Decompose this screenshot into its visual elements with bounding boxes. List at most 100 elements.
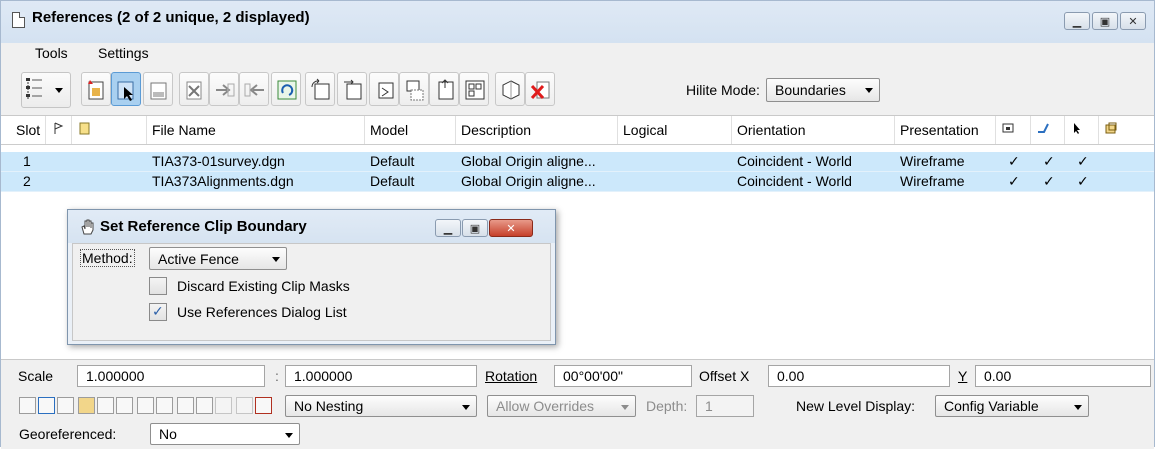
- document-icon: [12, 12, 25, 28]
- detach-reference-icon[interactable]: [525, 72, 555, 106]
- col-locate[interactable]: [1065, 116, 1099, 144]
- display-check[interactable]: ✓: [1008, 153, 1020, 170]
- select-reference-icon[interactable]: [111, 72, 141, 106]
- table-row[interactable]: 2 TIA373Alignments.dgn Default Global Or…: [1, 172, 1154, 192]
- minimize-button[interactable]: ▁: [1064, 12, 1090, 30]
- col-treat-as-element[interactable]: [1099, 116, 1154, 144]
- snap-check[interactable]: ✓: [1043, 153, 1055, 170]
- col-display[interactable]: [72, 116, 147, 144]
- discard-clip-masks-checkbox[interactable]: [149, 277, 167, 295]
- close-icon: ✕: [506, 222, 516, 235]
- description-cell: Global Origin aligne...: [461, 173, 596, 189]
- new-level-display-value: Config Variable: [944, 398, 1039, 414]
- list-view-dropdown[interactable]: [21, 72, 71, 108]
- treat-as-element-icon: [1105, 122, 1117, 134]
- georeferenced-label: Georeferenced:: [19, 426, 117, 442]
- mirror-horizontal-icon[interactable]: [337, 72, 367, 106]
- make-direct-attachment-icon[interactable]: [495, 72, 525, 106]
- table-header: Slot File Name Model Description Logical…: [1, 116, 1154, 145]
- mirror-vertical-icon[interactable]: [369, 72, 399, 106]
- hand-icon: [81, 219, 94, 235]
- col-orientation[interactable]: Orientation: [732, 116, 895, 144]
- display-raster-icon[interactable]: [177, 397, 194, 414]
- clip-back-icon[interactable]: [215, 397, 232, 414]
- chevron-down-icon: [1074, 405, 1082, 410]
- col-file-name[interactable]: File Name: [147, 116, 365, 144]
- maximize-button[interactable]: ▣: [1092, 12, 1118, 30]
- scale-master-field[interactable]: 1.000000: [77, 365, 265, 387]
- display-overrides-icon[interactable]: [196, 397, 213, 414]
- true-scale-icon[interactable]: [97, 397, 114, 414]
- menu-tools[interactable]: Tools: [35, 45, 68, 61]
- method-value: Active Fence: [158, 251, 239, 267]
- method-select[interactable]: Active Fence: [149, 247, 287, 270]
- overrides-select[interactable]: Allow Overrides: [487, 395, 636, 417]
- nesting-value: No Nesting: [294, 398, 364, 414]
- new-level-display-label: New Level Display:: [796, 398, 916, 414]
- use-lights-icon[interactable]: [156, 397, 173, 414]
- slot-cell: 1: [23, 153, 31, 169]
- table-row[interactable]: 1 TIA373-01survey.dgn Default Global Ori…: [1, 152, 1154, 172]
- dialog-maximize-button[interactable]: ▣: [462, 219, 488, 237]
- clip-boundary-icon[interactable]: [179, 72, 209, 106]
- checkmark-icon: ✓: [152, 303, 164, 319]
- annotation-icon[interactable]: [255, 397, 272, 414]
- hilite-mode-select[interactable]: Boundaries: [766, 78, 880, 102]
- dialog-minimize-button[interactable]: ▁: [435, 219, 461, 237]
- ignore-attachment-icon[interactable]: [137, 397, 154, 414]
- offset-x-field[interactable]: 0.00: [768, 365, 950, 387]
- close-icon: ✕: [1128, 15, 1138, 28]
- clip-front-icon[interactable]: [236, 397, 253, 414]
- scale-line-styles-icon[interactable]: [116, 397, 133, 414]
- copy-reference-icon[interactable]: [239, 72, 269, 106]
- discard-clip-masks-label: Discard Existing Clip Masks: [177, 278, 350, 294]
- pointer-icon: [1074, 123, 1080, 134]
- col-description[interactable]: Description: [456, 116, 618, 144]
- scale-reference-field[interactable]: 1.000000: [285, 365, 477, 387]
- display-check[interactable]: ✓: [1008, 173, 1020, 190]
- attach-reference-icon[interactable]: [81, 72, 111, 106]
- depth-field[interactable]: 1: [696, 395, 754, 417]
- locate-toggle-icon[interactable]: [57, 397, 74, 414]
- use-references-list-checkbox[interactable]: ✓: [149, 303, 167, 321]
- menu-settings[interactable]: Settings: [98, 45, 149, 61]
- close-button[interactable]: ✕: [1120, 12, 1146, 30]
- col-slot[interactable]: Slot: [1, 116, 46, 144]
- merge-into-master-icon[interactable]: [459, 72, 489, 106]
- reload-reference-icon[interactable]: [399, 72, 429, 106]
- reference-settings-icon[interactable]: [143, 72, 173, 106]
- locate-check[interactable]: ✓: [1077, 173, 1089, 190]
- maximize-icon: ▣: [1099, 15, 1111, 28]
- col-logical[interactable]: Logical: [618, 116, 732, 144]
- col-presentation[interactable]: Presentation: [895, 116, 996, 144]
- rotation-label: Rotation: [485, 368, 538, 384]
- minimize-icon: ▁: [1072, 15, 1082, 28]
- col-flag[interactable]: [46, 116, 72, 144]
- rotate-reference-icon[interactable]: [271, 72, 301, 106]
- exchange-reference-icon[interactable]: [429, 72, 459, 106]
- col-snap[interactable]: [1031, 116, 1065, 144]
- move-reference-icon[interactable]: [209, 72, 239, 106]
- view-icon: [1002, 123, 1014, 133]
- scale-reference-icon[interactable]: [305, 72, 335, 106]
- new-level-display-select[interactable]: Config Variable: [935, 395, 1089, 417]
- col-model[interactable]: Model: [365, 116, 456, 144]
- description-cell: Global Origin aligne...: [461, 153, 596, 169]
- dialog-close-button[interactable]: ✕: [489, 219, 533, 237]
- snap-toggle-icon[interactable]: [38, 397, 55, 414]
- locate-check[interactable]: ✓: [1077, 153, 1089, 170]
- offset-y-field[interactable]: 0.00: [975, 365, 1151, 387]
- hilite-mode-value: Boundaries: [775, 82, 846, 98]
- nesting-select[interactable]: No Nesting: [285, 395, 477, 417]
- col-display-toggle[interactable]: [996, 116, 1031, 144]
- georeferenced-select[interactable]: No: [150, 423, 300, 445]
- toolbar: Hilite Mode: Boundaries: [1, 65, 1154, 115]
- rotation-field[interactable]: 00°00'00": [554, 365, 692, 387]
- title-bar: References (2 of 2 unique, 2 displayed) …: [1, 1, 1154, 43]
- dialog-title-bar[interactable]: Set Reference Clip Boundary ▁ ▣ ✕: [68, 210, 555, 243]
- display-toggle-icon[interactable]: [19, 397, 36, 414]
- treat-as-element-toggle-icon[interactable]: [78, 397, 95, 414]
- file-name-cell: TIA373-01survey.dgn: [152, 153, 285, 169]
- snap-check[interactable]: ✓: [1043, 173, 1055, 190]
- references-window: References (2 of 2 unique, 2 displayed) …: [0, 0, 1155, 449]
